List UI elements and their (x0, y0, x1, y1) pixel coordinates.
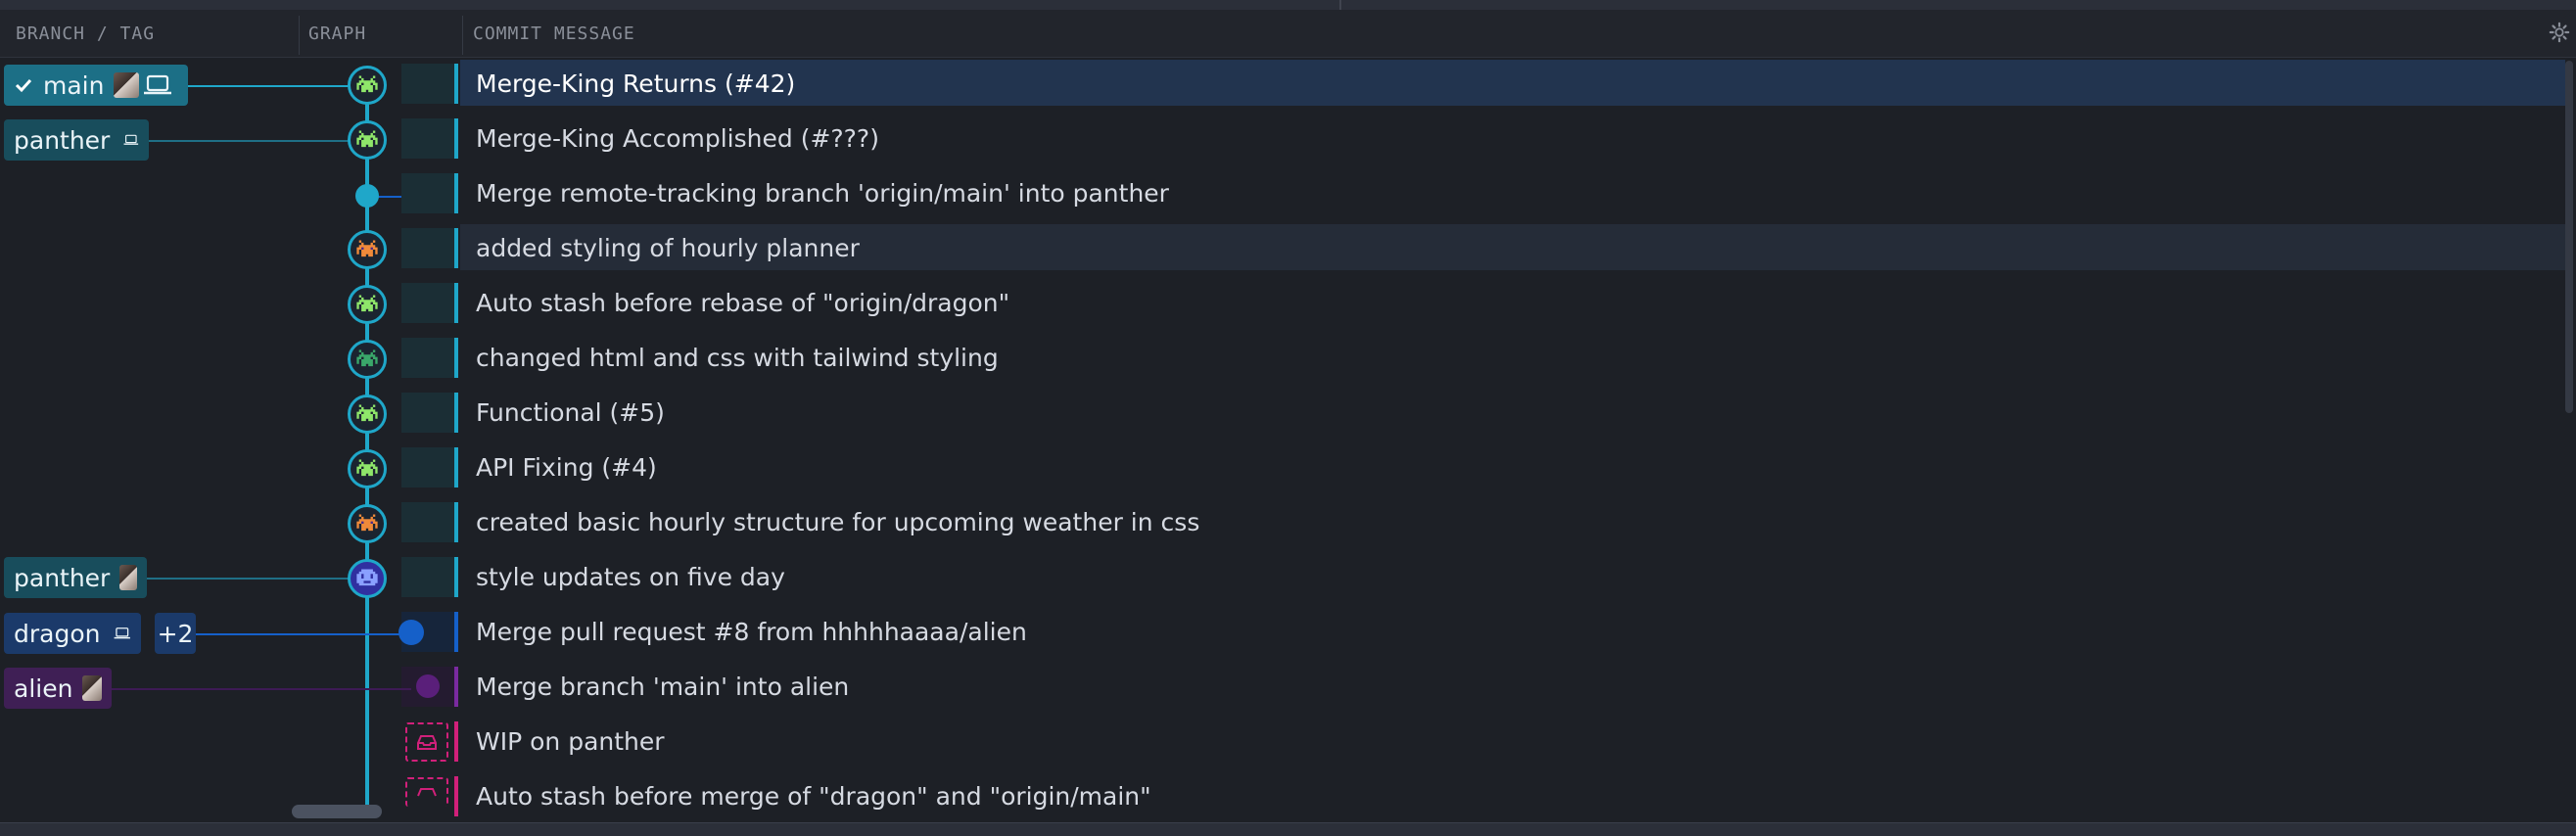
graph-branch-link-alien (108, 688, 411, 690)
wip-node[interactable] (405, 722, 448, 762)
space-invader-icon (356, 240, 378, 257)
commit-avatar-node[interactable] (348, 395, 387, 434)
space-invader-icon (356, 130, 378, 148)
commit-avatar-node[interactable] (348, 285, 387, 324)
column-divider[interactable] (462, 16, 463, 55)
bottom-status-strip (0, 822, 2576, 836)
avatar (119, 565, 137, 590)
graph-branch-link-panther (147, 140, 351, 142)
laptop-icon (115, 627, 131, 639)
inbox-icon (417, 735, 437, 750)
vertical-scrollbar[interactable] (2565, 61, 2573, 413)
branch-tag-label: alien (14, 673, 73, 703)
commit-avatar-node[interactable] (348, 449, 387, 488)
branch-tag-main[interactable]: main (4, 65, 188, 106)
column-header-graph[interactable]: GRAPH (308, 10, 366, 57)
branch-tag-more-count[interactable]: +2 (155, 613, 196, 654)
commit-message: Merge branch 'main' into alien (476, 673, 850, 701)
commit-avatar-node[interactable] (348, 230, 387, 269)
commit-row[interactable]: WIP on panther (0, 715, 2576, 769)
commit-message: Auto stash before merge of "dragon" and … (476, 782, 1151, 811)
commit-message: Merge-King Returns (#42) (476, 70, 796, 98)
graph-branch-link-panther (147, 578, 351, 580)
merge-commit-dot[interactable] (416, 674, 440, 698)
space-invader-icon (356, 75, 378, 93)
space-invader-icon (356, 569, 378, 586)
commit-avatar-node[interactable] (348, 340, 387, 379)
branch-tag-label: panther (14, 563, 111, 592)
merge-commit-dot[interactable] (355, 184, 379, 208)
commit-message: style updates on five day (476, 563, 785, 591)
commit-avatar-node[interactable] (348, 559, 387, 598)
commit-message: Merge remote-tracking branch 'origin/mai… (476, 179, 1169, 208)
commit-message: Merge-King Accomplished (#???) (476, 124, 879, 153)
column-header-branch-tag[interactable]: BRANCH / TAG (16, 10, 155, 57)
panel-splitter[interactable] (1339, 0, 1341, 10)
commit-row[interactable]: Auto stash before merge of "dragon" and … (0, 769, 2576, 824)
commit-row[interactable]: Merge branch 'main' into alien (0, 660, 2576, 715)
branch-tag-panther-local[interactable]: panther (4, 119, 149, 161)
commit-row[interactable]: Merge pull request #8 from hhhhhaaaa/ali… (0, 605, 2576, 660)
branch-tag-label: main (43, 70, 105, 100)
space-invader-icon (356, 295, 378, 312)
check-icon (15, 78, 32, 93)
gear-icon[interactable] (2549, 22, 2570, 43)
branch-tag-label: panther (14, 125, 111, 155)
horizontal-scrollbar[interactable] (292, 805, 382, 818)
column-divider[interactable] (299, 16, 300, 55)
commit-message: added styling of hourly planner (476, 234, 860, 262)
commit-row[interactable]: Merge remote-tracking branch 'origin/mai… (0, 166, 2576, 221)
commit-list: Merge-King Returns (#42) Merge-King Acco… (0, 57, 2576, 826)
graph-branch-link-main (186, 85, 351, 87)
branch-tag-dragon[interactable]: dragon (4, 613, 141, 654)
commit-message: WIP on panther (476, 727, 665, 756)
branch-tag-alien[interactable]: alien (4, 668, 112, 709)
space-invader-icon (356, 404, 378, 422)
commit-message: created basic hourly structure for upcom… (476, 508, 1200, 536)
inbox-icon (417, 788, 437, 797)
commit-avatar-node[interactable] (348, 66, 387, 105)
commit-message: API Fixing (#4) (476, 453, 657, 482)
branch-tag-panther-remote[interactable]: panther (4, 557, 147, 598)
branch-tag-label: dragon (14, 619, 101, 648)
commit-avatar-node[interactable] (348, 504, 387, 543)
avatar (114, 72, 140, 98)
commit-message: Merge pull request #8 from hhhhhaaaa/ali… (476, 618, 1027, 646)
commit-message: changed html and css with tailwind styli… (476, 344, 999, 372)
commit-message: Auto stash before rebase of "origin/drag… (476, 289, 1010, 317)
space-invader-icon (356, 514, 378, 532)
space-invader-icon (356, 459, 378, 477)
column-header: BRANCH / TAG GRAPH COMMIT MESSAGE (0, 10, 2576, 58)
laptop-icon (144, 74, 172, 95)
commit-avatar-node[interactable] (348, 120, 387, 160)
column-header-commit-message[interactable]: COMMIT MESSAGE (473, 10, 635, 57)
merge-commit-dot[interactable] (398, 620, 424, 645)
commit-message: Functional (#5) (476, 398, 665, 427)
space-invader-icon (356, 349, 378, 367)
avatar (82, 675, 102, 701)
laptop-icon (123, 134, 139, 145)
wip-node[interactable] (405, 777, 448, 807)
graph-branch-link-dragon (196, 633, 401, 635)
